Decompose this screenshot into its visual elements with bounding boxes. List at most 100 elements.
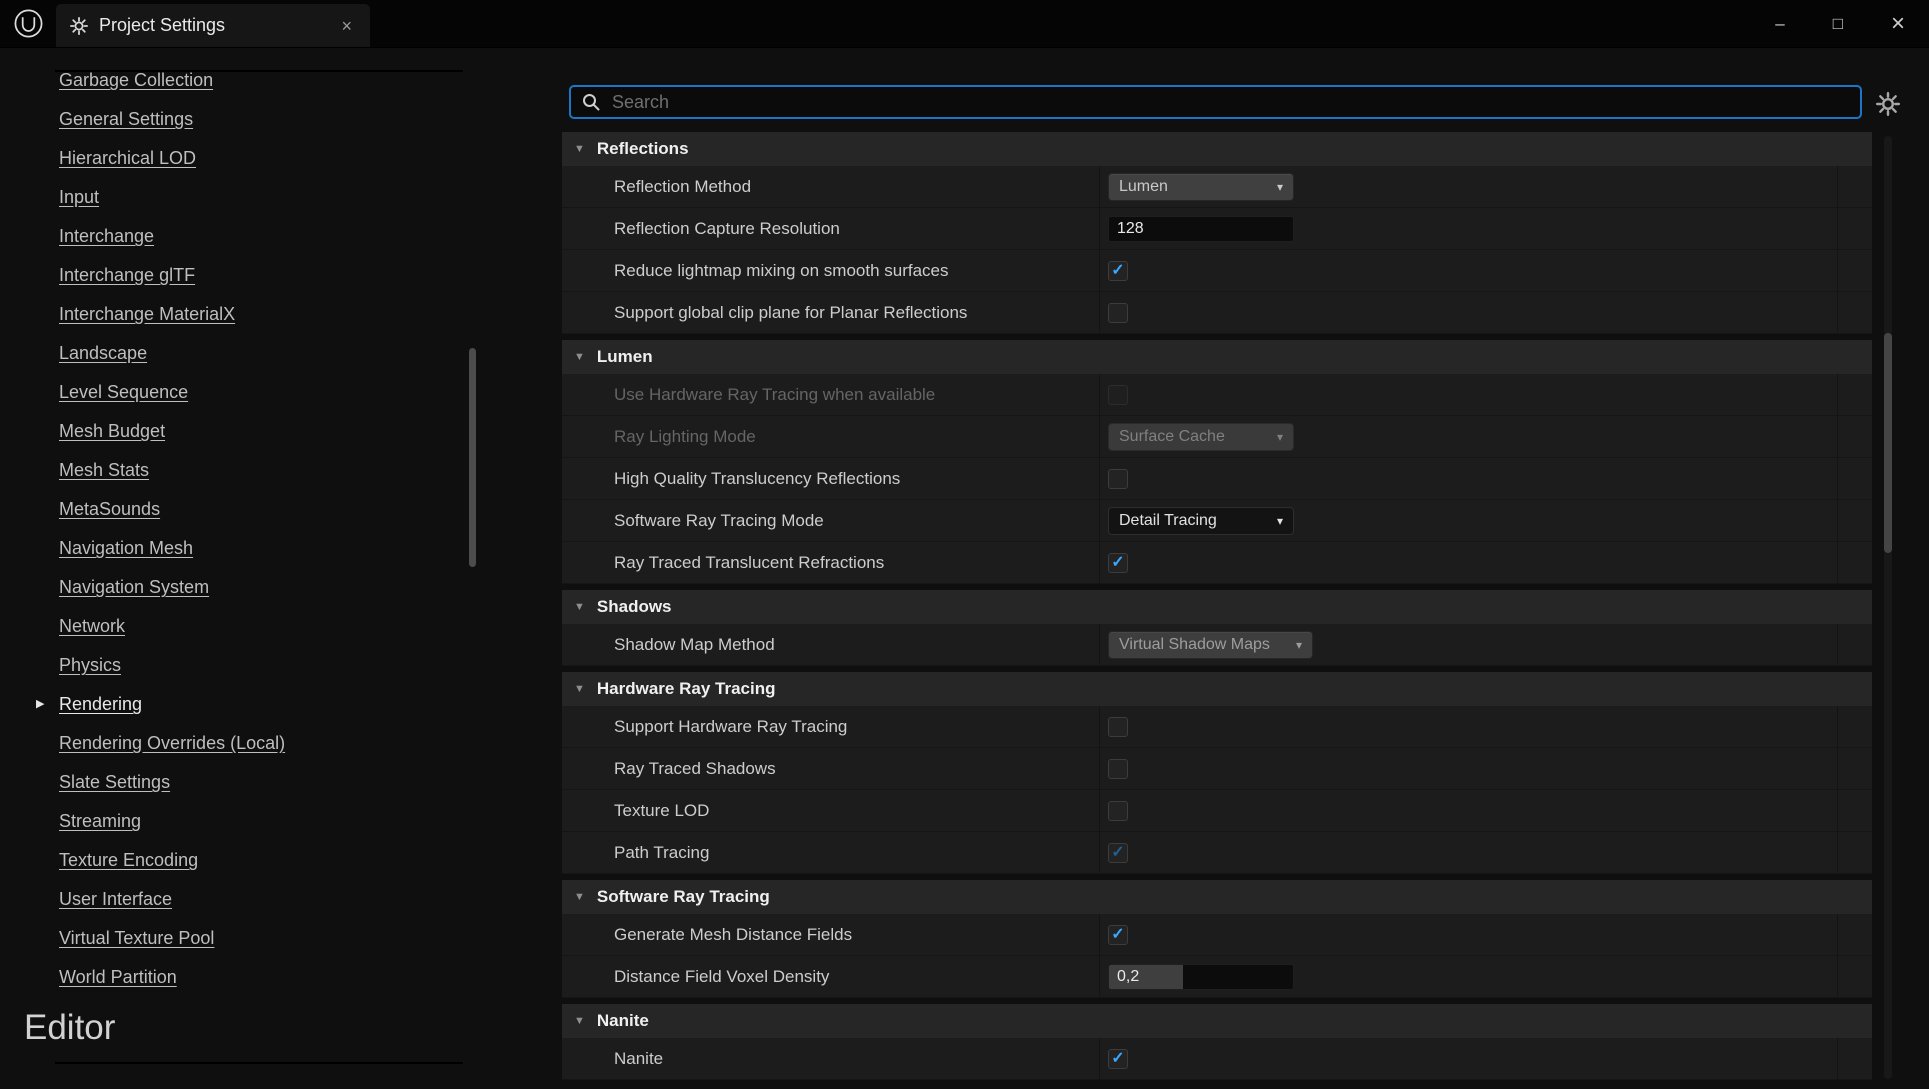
checkbox[interactable] [1108, 384, 1128, 405]
property-row: Nanite [562, 1038, 1872, 1080]
sidebar-item-label: Network [59, 616, 126, 636]
sidebar-item-world-partition[interactable]: World Partition [0, 958, 480, 997]
checkbox[interactable] [1108, 552, 1128, 573]
section-title: Software Ray Tracing [596, 887, 770, 906]
sidebar-item-label: Virtual Texture Pool [59, 928, 215, 948]
checkbox[interactable] [1108, 1048, 1128, 1069]
sidebar-item-landscape[interactable]: Landscape [0, 334, 480, 373]
number-input[interactable] [1108, 215, 1294, 242]
checkbox[interactable] [1108, 302, 1128, 323]
slider-number-input[interactable]: 0,2 [1108, 963, 1294, 990]
tab-close-icon[interactable]: × [337, 15, 356, 37]
sidebar-item-interchange[interactable]: Interchange [0, 217, 480, 256]
sidebar-item-level-sequence[interactable]: Level Sequence [0, 373, 480, 412]
checkbox[interactable] [1108, 842, 1128, 863]
search-bar[interactable] [569, 85, 1862, 119]
sidebar-item-mesh-stats[interactable]: Mesh Stats [0, 451, 480, 490]
titlebar[interactable]: Project Settings × – □ × [0, 0, 1929, 48]
property-value-cell [1099, 542, 1872, 583]
sidebar-item-navigation-mesh[interactable]: Navigation Mesh [0, 529, 480, 568]
sidebar-item-garbage-collection[interactable]: Garbage Collection [0, 61, 480, 100]
property-row: Support Hardware Ray Tracing [562, 706, 1872, 748]
window-controls: – □ × [1775, 0, 1905, 47]
section-header[interactable]: ▼ Reflections [562, 132, 1872, 166]
collapse-triangle-icon: ▼ [574, 683, 585, 695]
checkbox[interactable] [1108, 800, 1128, 821]
section-header[interactable]: ▼ Shadows [562, 590, 1872, 624]
checkbox[interactable] [1108, 260, 1128, 281]
property-value-cell [1099, 1038, 1872, 1079]
sidebar-item-label: Mesh Stats [59, 460, 150, 480]
dropdown[interactable]: Virtual Shadow Maps ▾ [1108, 630, 1313, 659]
property-row: High Quality Translucency Reflections [562, 458, 1872, 500]
sidebar-item-network[interactable]: Network [0, 607, 480, 646]
settings-sections: ▼ Reflections Reflection Method Lumen ▾ Refle… [562, 132, 1872, 1086]
property-value-cell: 0,2 [1099, 956, 1872, 997]
sidebar-item-physics[interactable]: Physics [0, 646, 480, 685]
minimize-button[interactable]: – [1775, 15, 1784, 32]
project-settings-tab[interactable]: Project Settings × [56, 4, 370, 47]
settings-section-shadows: ▼ Shadows Shadow Map Method Virtual Shadow … [562, 590, 1872, 666]
property-label: High Quality Translucency Reflections [614, 468, 901, 488]
sidebar-item-mesh-budget[interactable]: Mesh Budget [0, 412, 480, 451]
sidebar-section-editor: Editor [24, 1008, 116, 1047]
slider-value: 0,2 [1117, 967, 1140, 985]
property-row: Generate Mesh Distance Fields [562, 914, 1872, 956]
checkbox[interactable] [1108, 924, 1128, 945]
sidebar-item-interchange-materialx[interactable]: Interchange MaterialX [0, 295, 480, 334]
property-row: Use Hardware Ray Tracing when available [562, 374, 1872, 416]
dropdown[interactable]: Surface Cache ▾ [1108, 422, 1294, 451]
sidebar-item-general-settings[interactable]: General Settings [0, 100, 480, 139]
search-input[interactable] [610, 90, 1850, 114]
property-value-cell: Virtual Shadow Maps ▾ [1099, 624, 1872, 665]
sidebar-scrollbar-thumb[interactable] [469, 348, 476, 567]
sidebar-item-navigation-system[interactable]: Navigation System [0, 568, 480, 607]
sidebar-item-label: Interchange MaterialX [59, 304, 236, 324]
dropdown[interactable]: Lumen ▾ [1108, 172, 1294, 201]
sidebar-item-rendering[interactable]: ▶ Rendering [0, 685, 480, 724]
property-value-cell [1099, 458, 1872, 499]
main-scrollbar-track[interactable] [1884, 136, 1892, 1079]
sidebar-item-interchange-gltf[interactable]: Interchange glTF [0, 256, 480, 295]
property-value-cell [1099, 208, 1872, 249]
property-label: Reflection Method [614, 176, 752, 196]
checkbox[interactable] [1108, 468, 1128, 489]
sidebar-item-streaming[interactable]: Streaming [0, 802, 480, 841]
dropdown[interactable]: Detail Tracing ▾ [1108, 506, 1294, 535]
close-button[interactable]: × [1891, 11, 1905, 36]
property-row: Distance Field Voxel Density 0,2 [562, 956, 1872, 998]
property-label: Distance Field Voxel Density [614, 966, 830, 986]
maximize-button[interactable]: □ [1833, 15, 1843, 32]
sidebar-item-virtual-texture-pool[interactable]: Virtual Texture Pool [0, 919, 480, 958]
sidebar-item-input[interactable]: Input [0, 178, 480, 217]
sidebar-item-slate-settings[interactable]: Slate Settings [0, 763, 480, 802]
collapse-triangle-icon: ▼ [574, 891, 585, 903]
checkbox[interactable] [1108, 716, 1128, 737]
property-label: Use Hardware Ray Tracing when available [614, 384, 936, 404]
sidebar-item-metasounds[interactable]: MetaSounds [0, 490, 480, 529]
sidebar-item-hierarchical-lod[interactable]: Hierarchical LOD [0, 139, 480, 178]
section-header[interactable]: ▼ Nanite [562, 1004, 1872, 1038]
sidebar-item-texture-encoding[interactable]: Texture Encoding [0, 841, 480, 880]
checkbox[interactable] [1108, 758, 1128, 779]
sidebar-item-user-interface[interactable]: User Interface [0, 880, 480, 919]
main-scrollbar-thumb[interactable] [1884, 333, 1892, 553]
expanded-arrow-icon: ▶ [36, 698, 45, 710]
section-header[interactable]: ▼ Hardware Ray Tracing [562, 672, 1872, 706]
sidebar-item-label: Garbage Collection [59, 70, 214, 90]
chevron-down-icon: ▾ [1295, 637, 1302, 652]
settings-section-software-ray-tracing: ▼ Software Ray Tracing Generate Mesh Dista… [562, 880, 1872, 998]
tab-title: Project Settings [99, 15, 226, 35]
sidebar-item-label: Navigation System [59, 577, 210, 597]
sidebar-item-rendering-overrides-local[interactable]: Rendering Overrides (Local) [0, 724, 480, 763]
section-header[interactable]: ▼ Lumen [562, 340, 1872, 374]
chevron-down-icon: ▾ [1276, 179, 1283, 194]
sidebar-item-label: General Settings [59, 109, 194, 129]
property-row: Support global clip plane for Planar Ref… [562, 292, 1872, 334]
settings-gear-button[interactable] [1874, 90, 1902, 118]
section-header[interactable]: ▼ Software Ray Tracing [562, 880, 1872, 914]
property-value-cell [1099, 292, 1872, 333]
settings-section-lumen: ▼ Lumen Use Hardware Ray Tracing when avai… [562, 340, 1872, 584]
settings-section-hardware-ray-tracing: ▼ Hardware Ray Tracing Support Hardware Ra… [562, 672, 1872, 874]
property-label: Nanite [614, 1048, 664, 1068]
